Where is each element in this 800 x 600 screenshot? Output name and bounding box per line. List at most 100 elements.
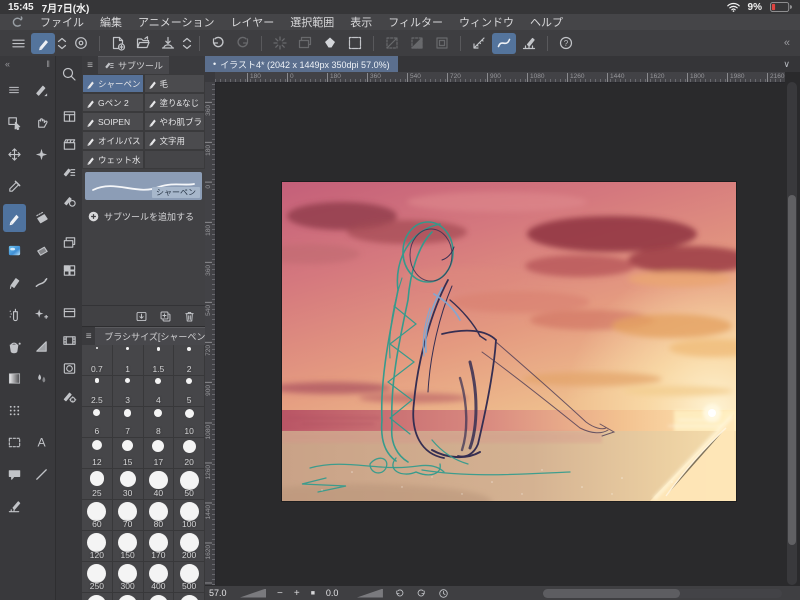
- brush-stroke-preview[interactable]: シャーペン: [85, 172, 202, 200]
- tool-balloon[interactable]: [3, 460, 26, 488]
- tool-color-mixer[interactable]: [3, 236, 26, 264]
- subtool-item[interactable]: 塗り&なじ: [143, 93, 205, 112]
- brush-size-cell[interactable]: 400: [143, 562, 175, 593]
- panel-layer-property-button[interactable]: [58, 258, 81, 282]
- vertical-scrollbar[interactable]: [787, 82, 797, 585]
- menu-item[interactable]: レイヤー: [231, 14, 275, 30]
- brush-size-cell[interactable]: 2: [174, 345, 205, 376]
- menu-item[interactable]: ヘルプ: [530, 14, 563, 30]
- zoom-value[interactable]: 57.0: [209, 588, 229, 598]
- tool-line[interactable]: [30, 460, 53, 488]
- brush-size-cell[interactable]: 40: [143, 469, 175, 500]
- redo-button[interactable]: [231, 33, 255, 54]
- edit-tool-button[interactable]: [31, 32, 55, 54]
- tool-fill-bucket[interactable]: [3, 332, 26, 360]
- zoom-in-button[interactable]: +: [294, 588, 300, 598]
- brush-size-cell[interactable]: 150: [112, 531, 144, 562]
- snap-special-ruler-button[interactable]: [492, 32, 516, 54]
- fit-screen-button[interactable]: ■: [311, 589, 315, 598]
- tool-ruler[interactable]: [3, 492, 26, 520]
- brush-size-cell[interactable]: 25: [82, 469, 113, 500]
- toolstrip-collapse-button[interactable]: «: [5, 59, 10, 69]
- brush-size-cell[interactable]: 1: [112, 345, 144, 376]
- open-file-button[interactable]: [131, 33, 155, 54]
- tool-gradient[interactable]: [3, 364, 26, 392]
- brush-size-cell[interactable]: 17: [143, 438, 175, 469]
- add-subtool-button[interactable]: サブツールを追加する: [82, 202, 205, 231]
- rotation-slider[interactable]: [356, 588, 383, 598]
- brush-size-cell[interactable]: 300: [112, 562, 144, 593]
- tool-marker[interactable]: [3, 268, 26, 296]
- brush-size-cell[interactable]: [143, 593, 175, 600]
- tool-operation[interactable]: [3, 108, 26, 136]
- clip-studio-logo[interactable]: [10, 15, 24, 29]
- panel-navigator-button[interactable]: [58, 62, 81, 86]
- help-button[interactable]: ?: [554, 33, 578, 54]
- tool-pen-active[interactable]: [2, 204, 26, 232]
- tool-selection[interactable]: [3, 428, 26, 456]
- tool-brush-curve[interactable]: [30, 268, 53, 296]
- brush-size-cell[interactable]: 5: [174, 376, 205, 407]
- menu-item[interactable]: 編集: [100, 14, 122, 30]
- tool-eyedropper[interactable]: [3, 172, 26, 200]
- horizontal-scrollbar-thumb[interactable]: [543, 589, 680, 598]
- brush-size-cell[interactable]: 60: [82, 500, 113, 531]
- fill-button[interactable]: [318, 33, 342, 54]
- subtool-panel-tab[interactable]: サブツール: [98, 55, 170, 75]
- delete-layer-button[interactable]: [293, 33, 317, 54]
- brush-size-cell[interactable]: 80: [143, 500, 175, 531]
- tool-wand[interactable]: [30, 140, 53, 168]
- brush-size-cell[interactable]: 500: [174, 562, 205, 593]
- panel-window-button[interactable]: [58, 104, 81, 128]
- deselect-button[interactable]: [380, 33, 404, 54]
- reset-view-icon[interactable]: [438, 588, 449, 599]
- brush-size-cell[interactable]: 50: [174, 469, 205, 500]
- brush-size-panel-tab[interactable]: ブラシサイズ[シャーペン]: [95, 327, 205, 346]
- brush-size-cell[interactable]: 6: [82, 407, 113, 438]
- zoom-slider[interactable]: [240, 588, 266, 598]
- brush-size-panel-menu-button[interactable]: ≡: [82, 331, 95, 342]
- subtool-item[interactable]: やわ肌ブラ: [143, 112, 205, 131]
- brush-size-cell[interactable]: [82, 593, 113, 600]
- subtool-item[interactable]: オイルパス: [82, 131, 144, 150]
- new-canvas-button[interactable]: [106, 33, 130, 54]
- panel-layer-button[interactable]: [58, 300, 81, 324]
- subtool-item[interactable]: Gペン 2: [82, 93, 144, 112]
- save-button[interactable]: [156, 33, 180, 54]
- brush-size-cell[interactable]: 10: [174, 407, 205, 438]
- tool-decoration[interactable]: [30, 300, 53, 328]
- panel-tool-property-button[interactable]: [58, 188, 81, 212]
- subtool-item[interactable]: 文字用: [143, 131, 205, 150]
- duplicate-icon[interactable]: [159, 310, 172, 323]
- toolbar-collapse-button[interactable]: «: [784, 37, 794, 49]
- panel-tool-settings-button[interactable]: [58, 384, 81, 408]
- tool-eraser-soft[interactable]: [30, 236, 53, 264]
- tool-eraser-hard[interactable]: [30, 204, 53, 232]
- invert-selection-button[interactable]: [405, 33, 429, 54]
- brush-size-cell[interactable]: 12: [82, 438, 113, 469]
- menu-item[interactable]: フィルター: [388, 14, 443, 30]
- rotate-left-icon[interactable]: [394, 588, 405, 599]
- menu-item[interactable]: 表示: [350, 14, 372, 30]
- subtool-panel-menu-button[interactable]: ≡: [82, 60, 98, 71]
- panel-layers-button[interactable]: [58, 230, 81, 254]
- brush-size-cell[interactable]: 4: [143, 376, 175, 407]
- subtool-item[interactable]: シャーペン: [82, 74, 144, 93]
- brush-size-cell[interactable]: 170: [143, 531, 175, 562]
- rotation-value[interactable]: 0.0: [326, 588, 346, 598]
- toolstrip-pin[interactable]: ‖: [46, 59, 50, 69]
- import-icon[interactable]: [135, 310, 148, 323]
- brush-size-cell[interactable]: 100: [174, 500, 205, 531]
- undo-button[interactable]: [206, 33, 230, 54]
- tool-blend[interactable]: [30, 364, 53, 392]
- brush-size-cell[interactable]: 8: [143, 407, 175, 438]
- brush-size-cell[interactable]: 0.7: [82, 345, 113, 376]
- subtool-item[interactable]: ウェット水: [82, 150, 144, 169]
- tool-current-pen-indicator[interactable]: [30, 76, 53, 104]
- brush-size-cell[interactable]: 70: [112, 500, 144, 531]
- snap-grid-button[interactable]: [517, 33, 541, 54]
- panel-material-button[interactable]: [58, 356, 81, 380]
- menu-item[interactable]: 選択範囲: [290, 14, 334, 30]
- brush-size-cell[interactable]: 1.5: [143, 345, 175, 376]
- tab-list-chevron-icon[interactable]: ∨: [783, 59, 800, 70]
